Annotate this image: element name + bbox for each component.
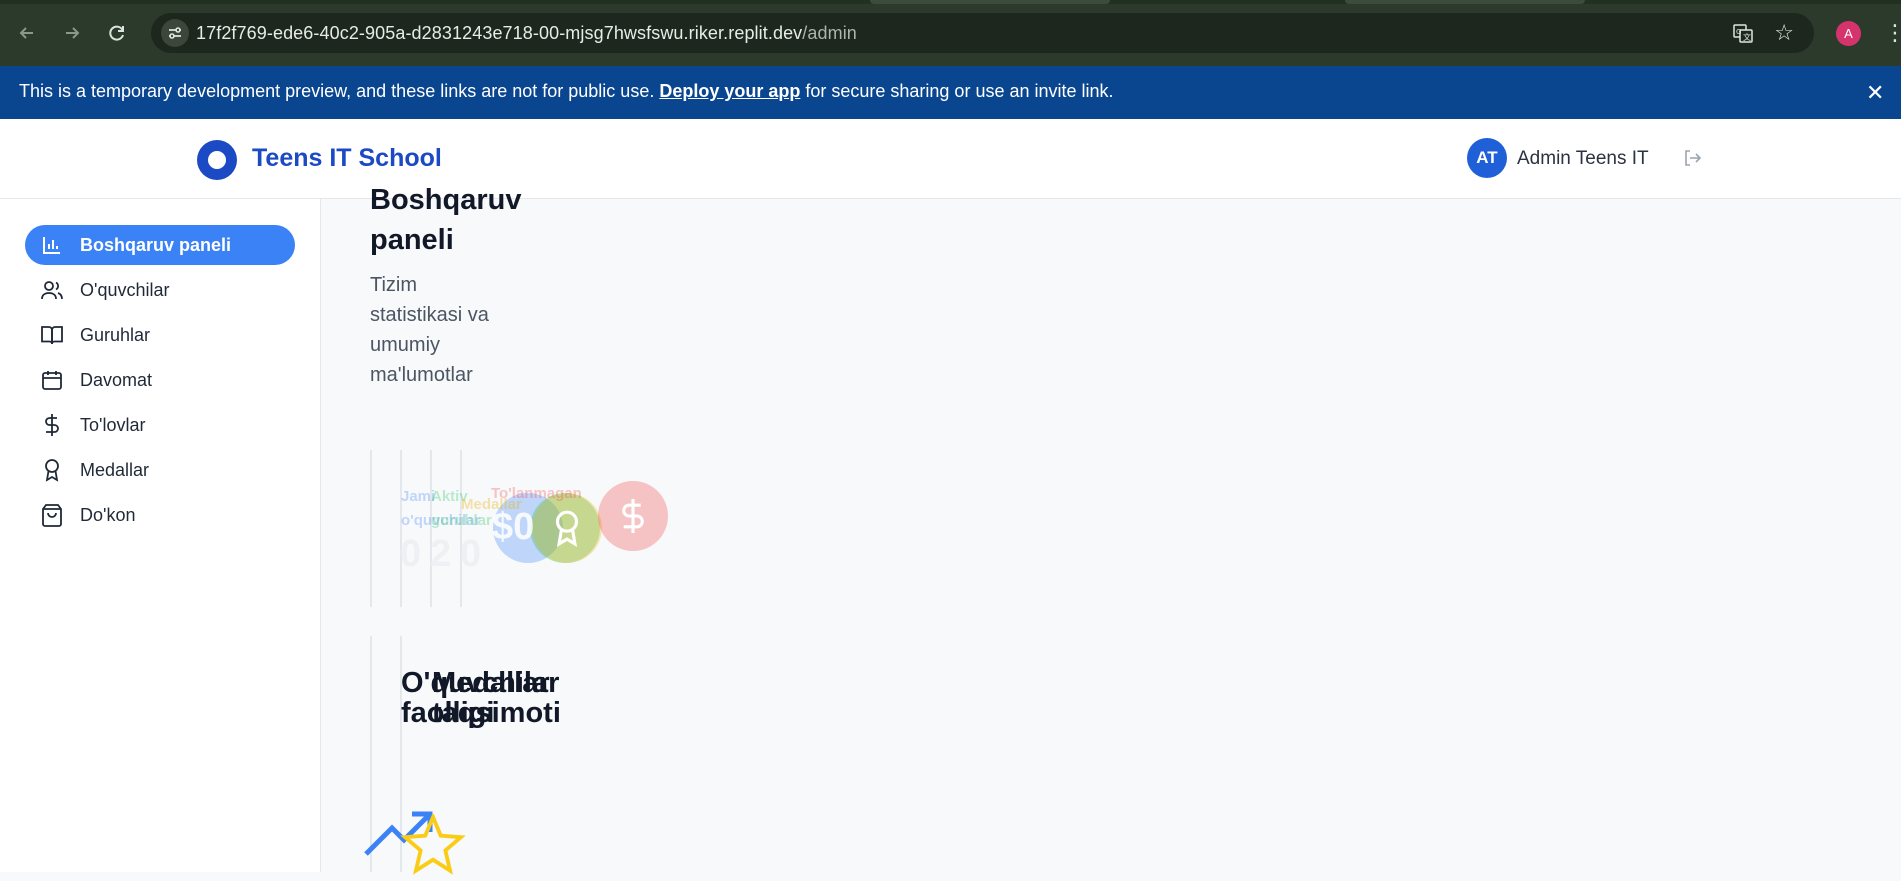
dollar-stat-icon [598,481,668,551]
sidebar-item-label: To'lovlar [80,414,146,435]
bookmark-star-icon[interactable]: ☆ [1774,20,1794,46]
stat-value-students: 0 [400,533,422,575]
brand-name[interactable]: Teens IT School [252,144,442,173]
back-icon[interactable] [12,18,42,48]
close-icon[interactable]: ✕ [1866,80,1884,106]
sidebar-item-label: Guruhlar [80,324,151,345]
site-info-icon[interactable] [161,19,189,47]
stat-value-unpaid: $0 [492,506,535,548]
sidebar-item-shop[interactable]: Do'kon [25,495,295,535]
browser-tab[interactable] [1345,0,1585,4]
forward-icon[interactable] [57,18,87,48]
calendar-icon [39,367,65,393]
app-header: Teens IT School AT Admin Teens IT [0,119,1901,199]
sidebar-item-dashboard[interactable]: Boshqaruv paneli [25,225,295,265]
page-title: Boshqaruv paneli [370,184,522,256]
user-avatar: AT [1467,138,1507,178]
bar-chart-icon [39,232,65,258]
stat-label-unpaid: To'lanmagan [491,485,582,502]
star-icon [393,812,473,881]
user-name: Admin Teens IT [1517,148,1649,169]
stat-value-groups: 2 [430,533,452,575]
browser-tab[interactable] [870,0,1110,4]
dollar-icon [39,412,65,438]
sidebar-item-payments[interactable]: To'lovlar [25,405,295,445]
sidebar-item-label: Medallar [80,459,150,480]
book-open-icon [39,322,65,348]
url-path: /admin [802,23,857,43]
banner-message: This is a temporary development preview,… [19,81,1114,102]
sidebar-item-attendance[interactable]: Davomat [25,360,295,400]
award-icon [39,457,65,483]
shopping-bag-icon [39,502,65,528]
profile-avatar[interactable]: A [1836,21,1861,46]
svg-text:文: 文 [1743,32,1751,42]
page-subtitle: Tizim statistikasi va umumiy ma'lumotlar [370,274,489,386]
award-stat-icon [532,493,602,563]
sidebar-item-label: Davomat [80,369,153,390]
deploy-app-link[interactable]: Deploy your app [659,81,800,101]
section-title-medals: Medallar taqsimoti [432,667,561,729]
sidebar-item-label: O'quvchilar [80,279,170,300]
sidebar: Boshqaruv paneli O'quvchilar Guruhlar Da… [0,199,321,872]
sidebar-item-label: Boshqaruv paneli [80,234,232,255]
stat-card-border [370,450,372,607]
sidebar-item-students[interactable]: O'quvchilar [25,270,295,310]
sidebar-item-label: Do'kon [80,504,136,525]
browser-menu-icon[interactable]: ⋮ [1884,18,1901,48]
banner-text: This is a temporary development preview,… [19,81,660,101]
svg-text:G: G [1736,28,1741,36]
dev-preview-banner: This is a temporary development preview,… [0,66,1901,119]
browser-toolbar: 17f2f769-ede6-40c2-905a-d2831243e718-00-… [0,0,1901,66]
sidebar-item-medals[interactable]: Medallar [25,450,295,490]
users-icon [39,277,65,303]
url-text[interactable]: 17f2f769-ede6-40c2-905a-d2831243e718-00-… [196,23,857,44]
stat-value-medals: 0 [460,533,482,575]
reload-icon[interactable] [102,18,132,48]
logo-icon [197,140,237,180]
banner-text-end: for secure sharing or use an invite link… [800,81,1114,101]
url-host: 17f2f769-ede6-40c2-905a-d2831243e718-00-… [196,23,803,43]
sidebar-item-groups[interactable]: Guruhlar [25,315,295,355]
logout-icon[interactable] [1681,147,1703,169]
address-bar[interactable]: 17f2f769-ede6-40c2-905a-d2831243e718-00-… [151,13,1814,53]
translate-icon[interactable]: 文G [1732,22,1754,44]
